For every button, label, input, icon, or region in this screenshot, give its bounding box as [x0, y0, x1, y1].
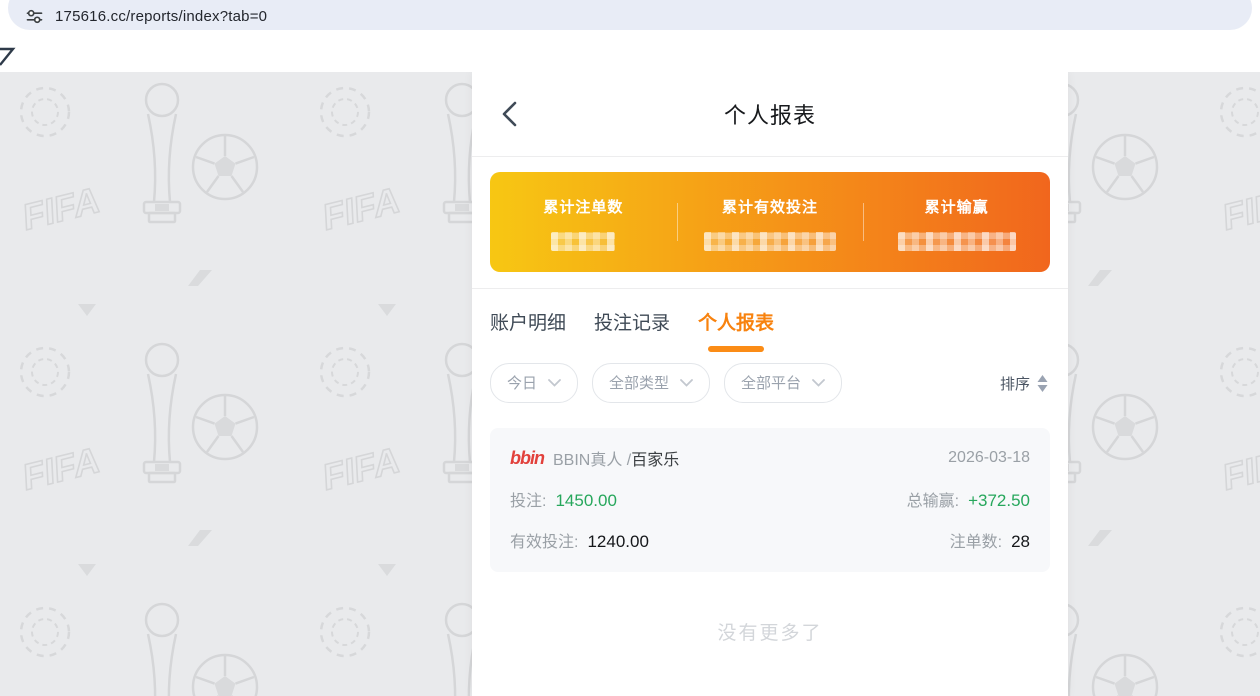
summary-section: 累计注单数 累计有效投注 累计输赢: [472, 157, 1068, 289]
tab-label: 投注记录: [594, 308, 670, 335]
tab-account-details[interactable]: 账户明细: [490, 308, 566, 352]
url-bar[interactable]: 175616.cc/reports/index?tab=0: [8, 0, 1252, 30]
summary-item-valid-bets: 累计有效投注: [677, 194, 864, 251]
summary-label: 累计注单数: [490, 196, 677, 217]
summary-item-bet-count: 累计注单数: [490, 194, 677, 251]
summary-item-winloss: 累计输赢: [863, 194, 1050, 251]
sort-label: 排序: [1000, 373, 1030, 394]
valid-bet-label: 有效投注:: [510, 528, 578, 552]
count-value: 28: [1011, 532, 1030, 552]
report-record-card[interactable]: bbin BBIN真人 / 百家乐 2026-03-18 投注: 1450.00…: [490, 428, 1050, 572]
chevron-down-icon: [548, 379, 561, 387]
bet-label: 投注:: [510, 487, 546, 511]
chevron-left-icon: [502, 101, 517, 127]
filter-date-dropdown[interactable]: 今日: [490, 363, 578, 403]
site-settings-icon[interactable]: [26, 9, 43, 25]
summary-card: 累计注单数 累计有效投注 累计输赢: [490, 172, 1050, 272]
record-header: bbin BBIN真人 / 百家乐 2026-03-18: [510, 446, 1030, 470]
record-date: 2026-03-18: [948, 449, 1030, 467]
winloss-label: 总输赢:: [907, 487, 959, 511]
filter-type-dropdown[interactable]: 全部类型: [592, 363, 710, 403]
filter-label: 全部平台: [741, 372, 801, 393]
no-more-text: 没有更多了: [472, 618, 1068, 645]
back-button[interactable]: [502, 72, 517, 156]
panel-header: 个人报表: [472, 72, 1068, 157]
tab-label: 账户明细: [490, 308, 566, 335]
tabs-bar: 账户明细 投注记录 个人报表: [472, 289, 1068, 352]
chevron-down-icon: [812, 379, 825, 387]
summary-label: 累计有效投注: [677, 196, 864, 217]
sort-button[interactable]: 排序: [1000, 373, 1048, 394]
cursor-artifact: [0, 46, 18, 70]
redacted-value: [704, 232, 836, 251]
valid-bet-value: 1240.00: [587, 532, 648, 552]
record-provider: BBIN真人 /: [553, 446, 631, 470]
redacted-value: [551, 232, 615, 251]
record-row-valid-bet: 有效投注: 1240.00 注单数: 28: [510, 528, 1030, 552]
filters-bar: 今日 全部类型 全部平台 排序: [472, 352, 1068, 403]
bbin-logo: bbin: [510, 448, 544, 469]
filter-label: 今日: [507, 372, 537, 393]
active-tab-indicator: [708, 346, 764, 352]
record-game: 百家乐: [631, 446, 679, 470]
filter-platform-dropdown[interactable]: 全部平台: [724, 363, 842, 403]
tab-indicator: [500, 346, 556, 352]
personal-report-panel: 个人报表 累计注单数 累计有效投注 累计输赢 账户明细 投注记录: [472, 72, 1068, 696]
tab-personal-report[interactable]: 个人报表: [698, 308, 774, 352]
count-label: 注单数:: [950, 528, 1002, 552]
url-text: 175616.cc/reports/index?tab=0: [55, 8, 267, 25]
page-title: 个人报表: [724, 98, 816, 130]
chevron-down-icon: [680, 379, 693, 387]
summary-label: 累计输赢: [863, 196, 1050, 217]
winloss-value: +372.50: [968, 491, 1030, 511]
tab-label: 个人报表: [698, 308, 774, 335]
tab-indicator: [604, 346, 660, 352]
browser-toolbar: 175616.cc/reports/index?tab=0: [0, 0, 1260, 30]
browser-sub-bar: [0, 30, 1260, 72]
filter-label: 全部类型: [609, 372, 669, 393]
record-row-bet: 投注: 1450.00 总输赢: +372.50: [510, 487, 1030, 511]
bet-value: 1450.00: [555, 491, 616, 511]
sort-arrows-icon: [1037, 375, 1048, 392]
tab-bet-records[interactable]: 投注记录: [594, 308, 670, 352]
redacted-value: [898, 232, 1016, 251]
